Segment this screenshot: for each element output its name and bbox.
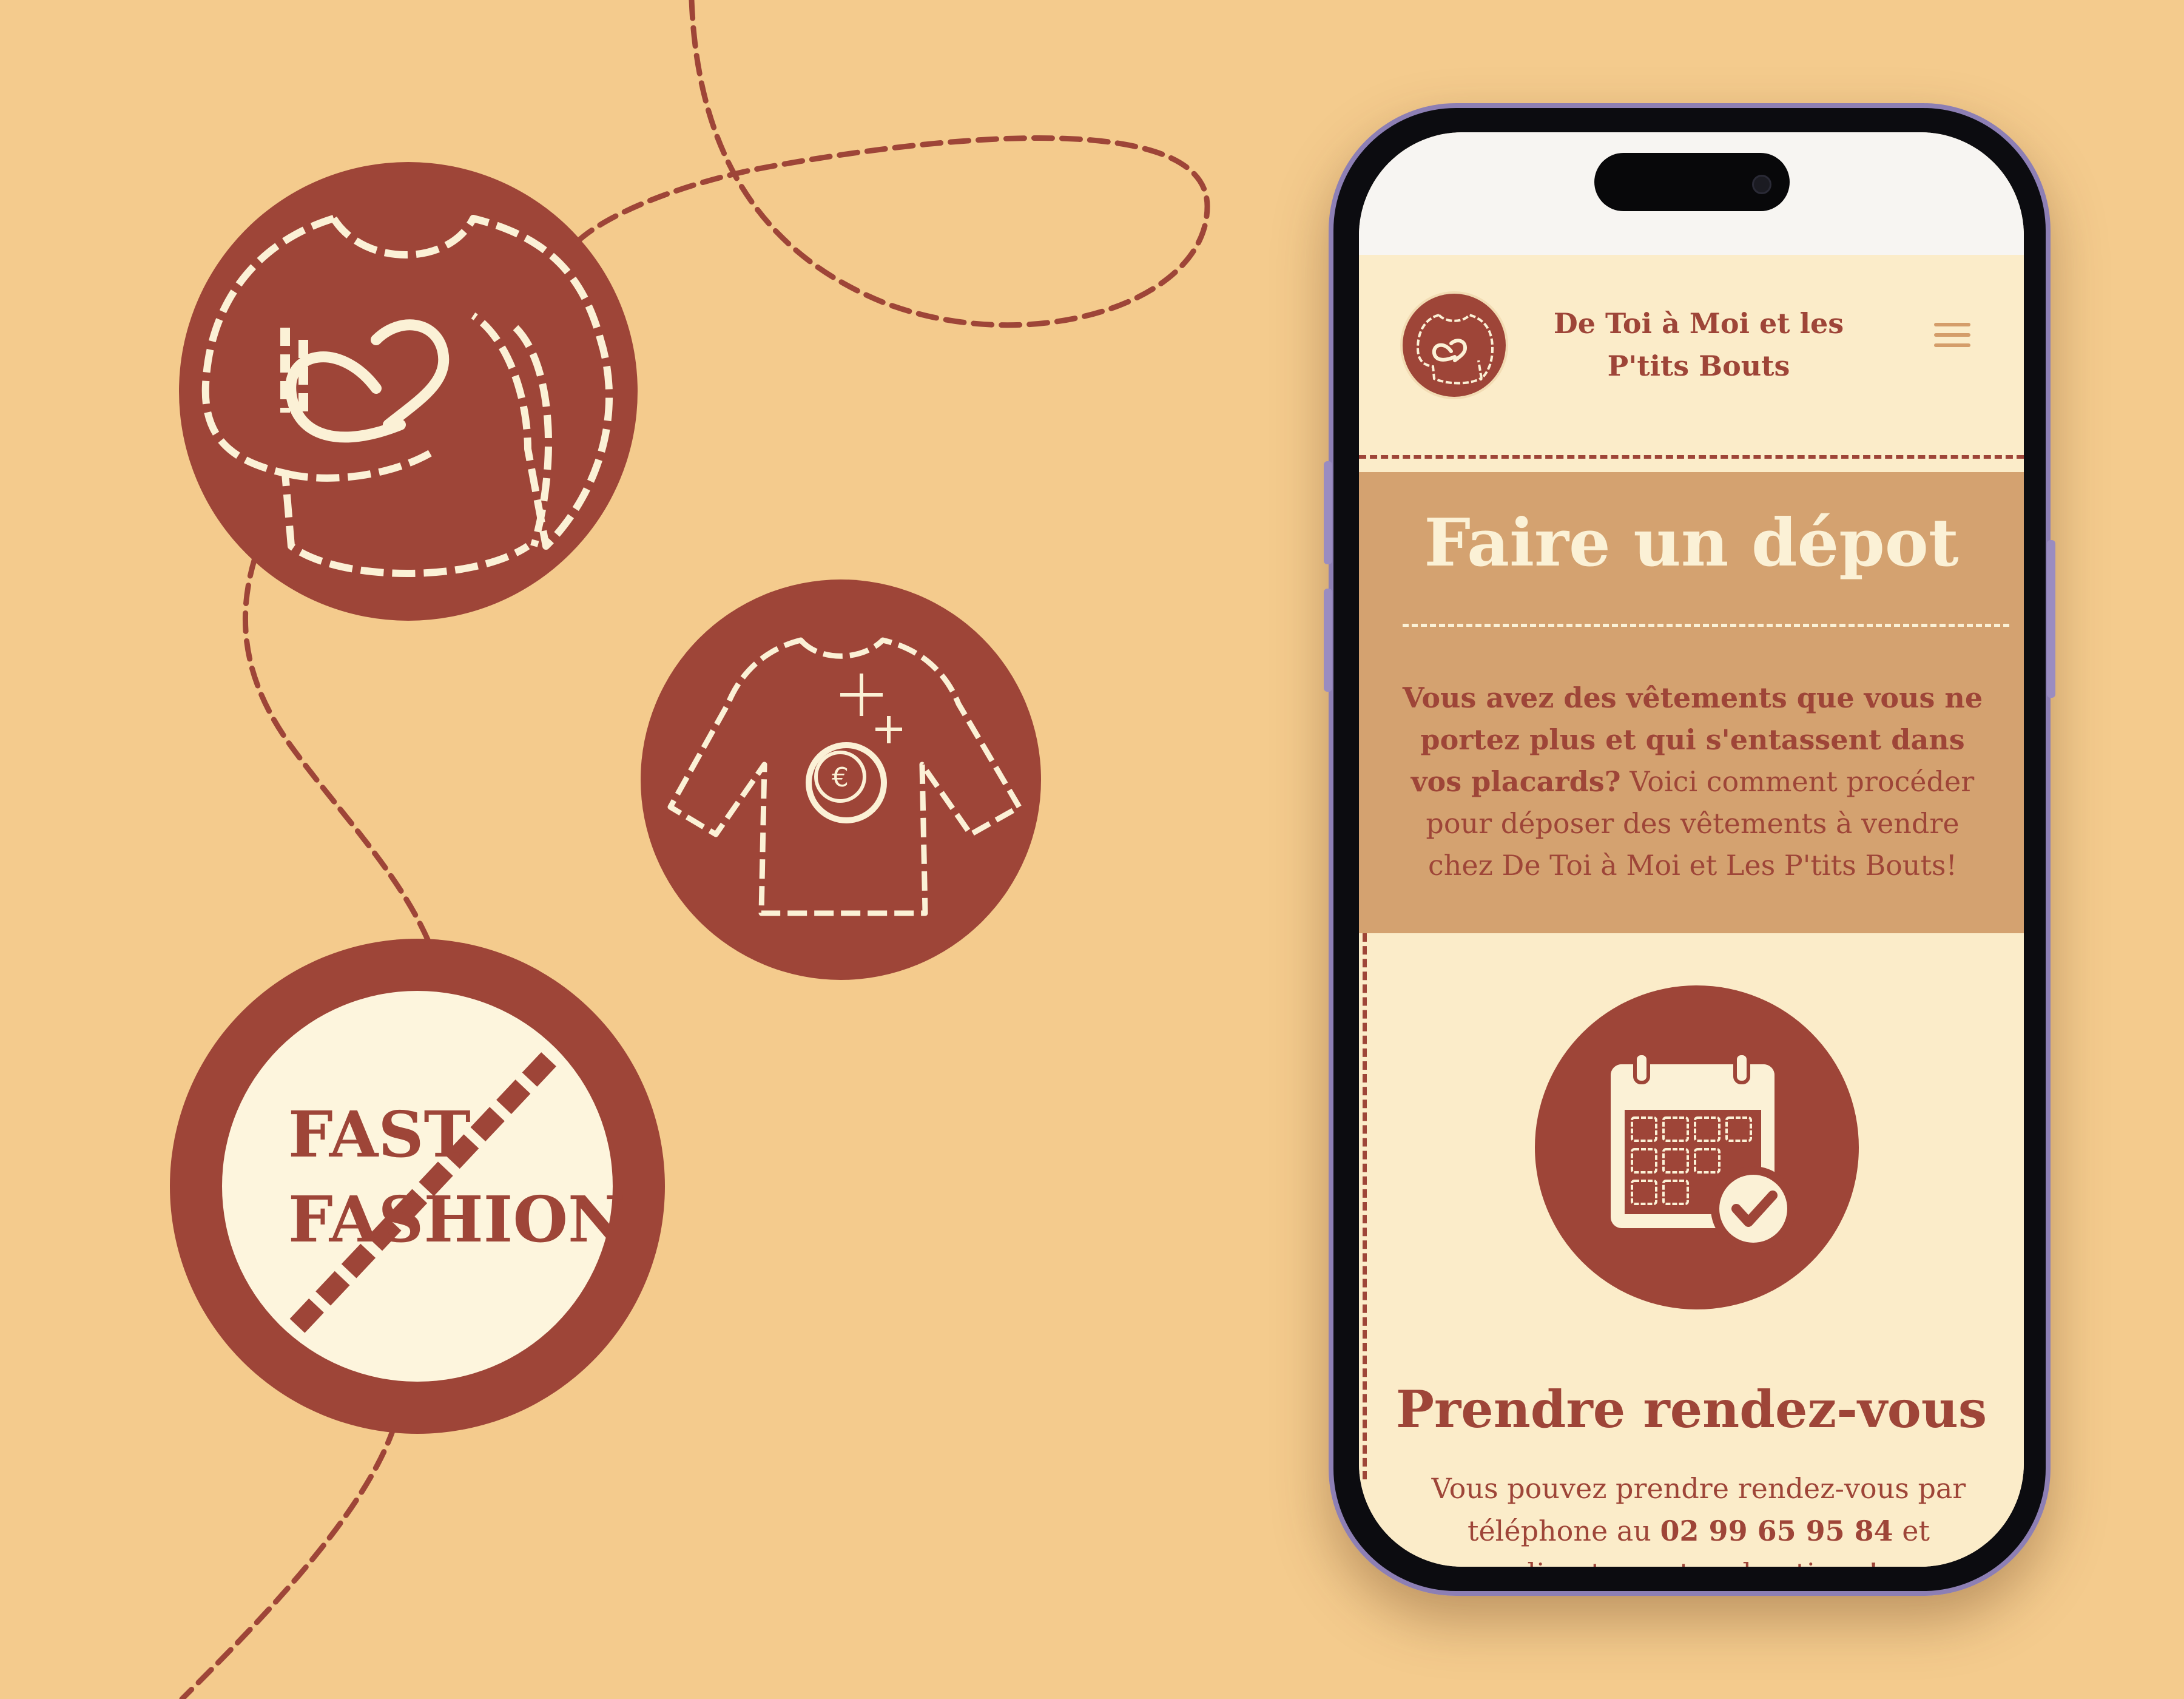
phone-screen: De Toi à Moi et les P'tits Bouts Faire u… xyxy=(1359,132,2024,1567)
sweater-euro-icon: € xyxy=(641,579,1041,980)
site-header: De Toi à Moi et les P'tits Bouts xyxy=(1359,255,2024,461)
fashion-text: FASHION xyxy=(288,1182,626,1257)
phone-number-link[interactable]: 02 99 65 95 84 xyxy=(1660,1515,1893,1547)
appointment-text: Vous pouvez prendre rendez-vous par télé… xyxy=(1395,1467,2002,1567)
hero-text: Vous avez des vêtements que vous ne port… xyxy=(1395,677,1990,887)
hero-divider xyxy=(1403,624,2009,627)
hero-section: Faire un dépot Vous avez des vêtements q… xyxy=(1359,472,2024,933)
hamburger-menu-icon[interactable] xyxy=(1934,323,1970,352)
calendar-check-icon xyxy=(1535,985,1859,1309)
camera-icon xyxy=(1752,175,1771,194)
site-title[interactable]: De Toi à Moi et les P'tits Bouts xyxy=(1541,302,1856,387)
phone-volume-up xyxy=(1324,461,1332,564)
status-bar xyxy=(1359,132,2024,255)
phone-volume-down xyxy=(1324,589,1332,692)
appointment-title: Prendre rendez-vous xyxy=(1395,1379,1987,1439)
sweater-heart-icon xyxy=(179,162,638,621)
fast-fashion-text: FAST FASHION xyxy=(288,1092,626,1262)
euro-symbol: € xyxy=(832,762,849,793)
appointment-section: Prendre rendez-vous Vous pouvez prendre … xyxy=(1359,933,2024,1567)
header-divider xyxy=(1359,455,2024,459)
site-logo[interactable] xyxy=(1400,291,1508,399)
phone-power-button xyxy=(2047,540,2055,698)
dynamic-island xyxy=(1594,153,1790,211)
fast-text: FAST xyxy=(288,1097,471,1172)
sweater-heart-icon xyxy=(1416,313,1494,385)
hero-title: Faire un dépot xyxy=(1424,505,1959,581)
